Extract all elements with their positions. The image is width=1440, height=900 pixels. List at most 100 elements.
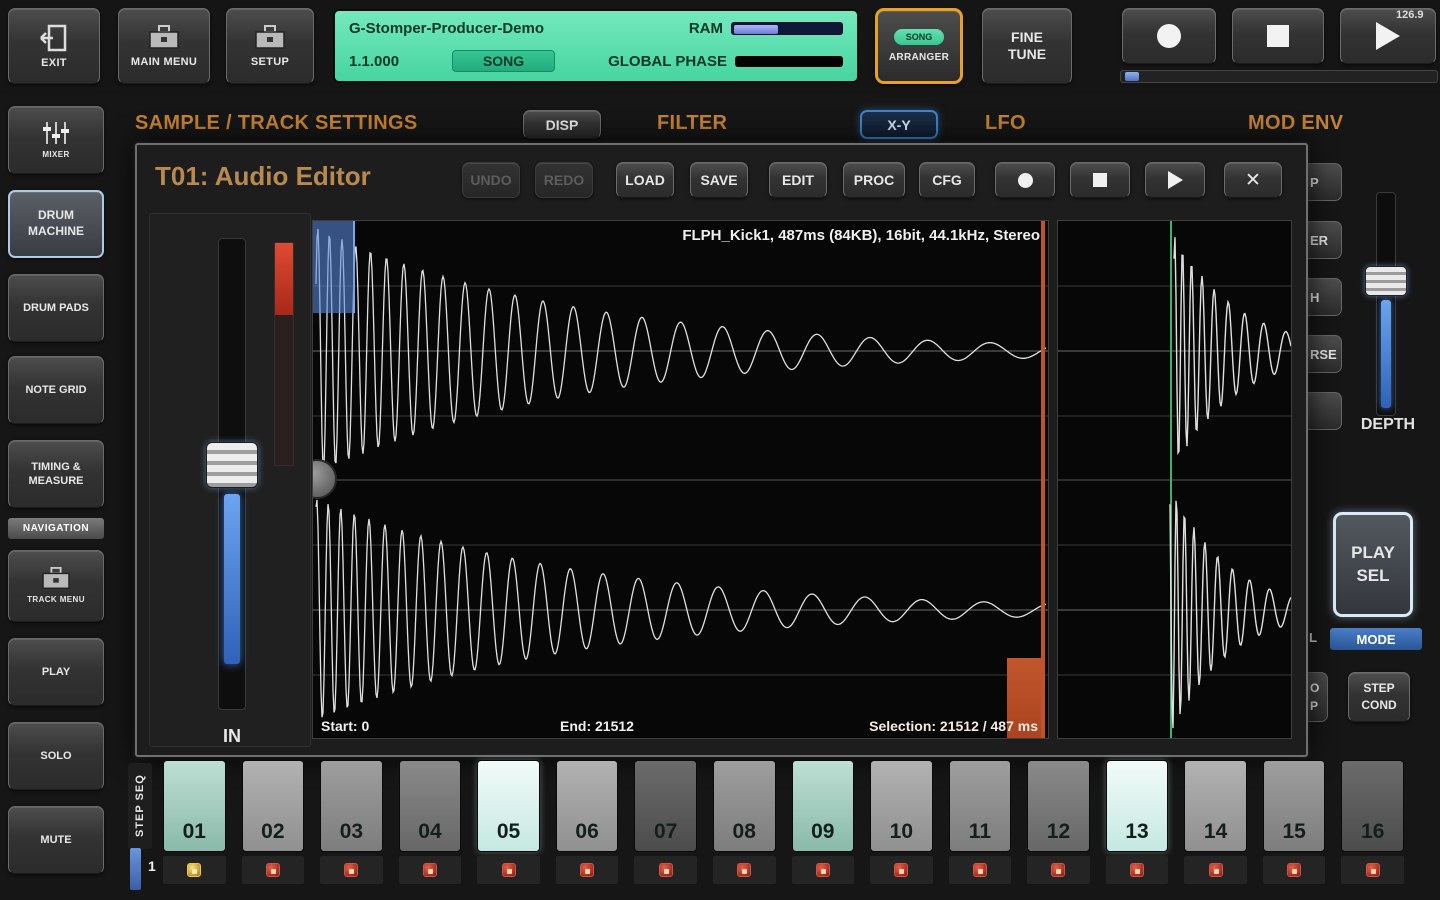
audio-editor-dialog: T01: Audio Editor UNDO REDO LOAD SAVE ED… [135, 143, 1308, 757]
waveform-panel[interactable]: FLPH_Kick1, 487ms (84KB), 16bit, 44.1kHz… [312, 220, 1049, 739]
timing-measure-label: TIMING & MEASURE [13, 460, 99, 489]
editor-play-button[interactable] [1145, 162, 1205, 198]
position-slider[interactable] [1120, 70, 1438, 83]
sidebar-item-play[interactable]: PLAY [8, 638, 104, 706]
step-15[interactable]: 15 [1263, 760, 1326, 852]
record-icon [1157, 24, 1181, 48]
editor-record-button[interactable] [995, 162, 1055, 198]
step-04[interactable]: 04 [399, 760, 462, 852]
stop-icon [1267, 25, 1289, 47]
save-button[interactable]: SAVE [690, 162, 748, 198]
load-button[interactable]: LOAD [616, 162, 674, 198]
selection-end-line[interactable] [1041, 221, 1045, 739]
step-seq-label: STEP SEQ [128, 763, 152, 849]
led-cell [949, 856, 1012, 884]
cfg-button[interactable]: CFG [919, 162, 975, 198]
track-menu-label: TRACK MENU [27, 595, 85, 605]
lcd-display: G-Stomper-Producer-Demo RAM 1.1.000 SONG… [333, 9, 859, 83]
page-number: 1 [148, 858, 156, 874]
setup-button[interactable]: SETUP [226, 8, 314, 84]
step-06[interactable]: 06 [556, 760, 619, 852]
navigation-section-label: NAVIGATION [8, 518, 104, 539]
mixer-icon [41, 120, 71, 146]
main-menu-label: MAIN MENU [131, 56, 197, 68]
step-08[interactable]: 08 [713, 760, 776, 852]
step-09[interactable]: 09 [792, 760, 855, 852]
led-cell [1341, 856, 1404, 884]
disp-button[interactable]: DISP [523, 110, 601, 139]
play-label: PLAY [42, 665, 70, 679]
step-led [737, 863, 751, 877]
bpm-readout: 126.9 [1396, 9, 1424, 21]
position-slider-handle[interactable] [1125, 72, 1139, 81]
sidebar-item-track-menu[interactable]: TRACK MENU [8, 550, 104, 622]
step-03[interactable]: 03 [320, 760, 383, 852]
step-07[interactable]: 07 [634, 760, 697, 852]
led-cell [1263, 856, 1326, 884]
main-menu-button[interactable]: MAIN MENU [118, 8, 210, 84]
xy-button[interactable]: X-Y [860, 110, 938, 139]
step-led [1051, 863, 1065, 877]
step-11[interactable]: 11 [949, 760, 1012, 852]
step-02[interactable]: 02 [242, 760, 305, 852]
cut-off-button[interactable] [1308, 392, 1342, 430]
sample-info: FLPH_Kick1, 487ms (84KB), 16bit, 44.1kHz… [682, 227, 1040, 244]
selection-length-readout: Selection: 21512 / 487 ms [869, 718, 1038, 734]
step-01[interactable]: 01 [163, 760, 226, 852]
mode-label: MODE [1330, 628, 1422, 650]
close-button[interactable]: ✕ [1224, 162, 1282, 198]
selection-start-handle[interactable] [313, 221, 355, 313]
stop-button[interactable] [1232, 8, 1324, 64]
step-cond-button[interactable]: STEP COND [1348, 672, 1410, 722]
led-cell [1027, 856, 1090, 884]
song-arranger-button[interactable]: SONG ARRANGER [875, 8, 963, 84]
dialog-title: T01: Audio Editor [155, 161, 371, 192]
sidebar-item-drum-pads[interactable]: DRUM PADS [8, 274, 104, 342]
sidebar-item-drum-machine[interactable]: DRUM MACHINE [8, 190, 104, 258]
proc-button[interactable]: PROC [843, 162, 905, 198]
undo-button[interactable]: UNDO [462, 162, 520, 198]
editor-stop-button[interactable] [1070, 162, 1130, 198]
depth-fader-handle[interactable] [1365, 266, 1407, 296]
exit-button[interactable]: EXIT [8, 8, 100, 84]
sidebar-item-timing-measure[interactable]: TIMING & MEASURE [8, 440, 104, 508]
led-cell [477, 856, 540, 884]
zoom-waveform-panel[interactable] [1057, 220, 1292, 739]
cut-off-button[interactable]: OP [1308, 672, 1328, 722]
step-led [423, 863, 437, 877]
toolbox-icon [253, 25, 287, 51]
cut-off-button[interactable]: P [1308, 163, 1342, 201]
step-14[interactable]: 14 [1184, 760, 1247, 852]
cut-off-button[interactable]: H [1308, 278, 1342, 316]
edit-button[interactable]: EDIT [769, 162, 827, 198]
step-led [659, 863, 673, 877]
input-fader-handle[interactable] [206, 442, 258, 488]
cut-off-label: RSE [1310, 347, 1337, 362]
step-led [973, 863, 987, 877]
step-number: 15 [1282, 820, 1305, 844]
lcd-mode-badge[interactable]: SONG [452, 50, 555, 72]
step-05[interactable]: 05 [477, 760, 540, 852]
step-13[interactable]: 13 [1106, 760, 1169, 852]
cut-off-button[interactable]: RSE [1308, 335, 1342, 373]
sidebar-item-note-grid[interactable]: NOTE GRID [8, 356, 104, 424]
proc-label: PROC [854, 172, 894, 188]
sidebar-item-solo[interactable]: SOLO [8, 722, 104, 790]
sidebar-item-mixer[interactable]: MIXER [8, 106, 104, 174]
record-button[interactable] [1122, 8, 1216, 64]
step-12[interactable]: 12 [1027, 760, 1090, 852]
page-indicator-bar [130, 848, 141, 890]
zoom-waveform-svg [1058, 221, 1292, 739]
step-16[interactable]: 16 [1341, 760, 1404, 852]
drum-pads-label: DRUM PADS [23, 301, 89, 315]
drum-machine-label: DRUM MACHINE [14, 208, 98, 239]
sidebar-item-mute[interactable]: MUTE [8, 806, 104, 874]
depth-label: DEPTH [1340, 416, 1436, 434]
led-cell [320, 856, 383, 884]
led-cell [556, 856, 619, 884]
step-10[interactable]: 10 [870, 760, 933, 852]
cut-off-button[interactable]: ER [1308, 221, 1342, 259]
fine-tune-button[interactable]: FINE TUNE [982, 8, 1072, 84]
redo-button[interactable]: REDO [535, 162, 593, 198]
play-sel-button[interactable]: PLAY SEL [1333, 512, 1413, 617]
